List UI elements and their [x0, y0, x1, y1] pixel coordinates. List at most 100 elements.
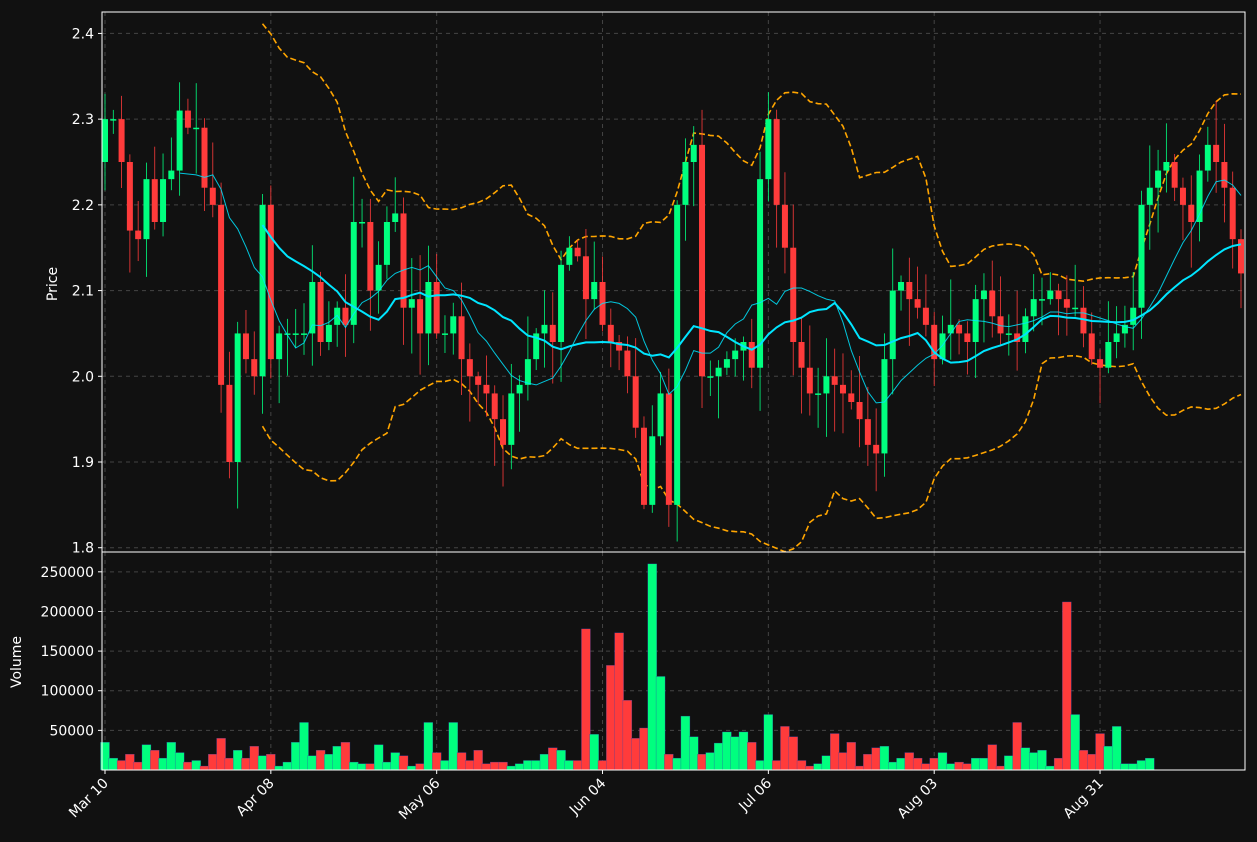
- volume-bar: [912, 757, 923, 771]
- candle-body: [1213, 144, 1220, 162]
- candle-body: [234, 333, 241, 462]
- volume-bar: [896, 757, 906, 771]
- candle-body: [815, 393, 822, 395]
- volume-bar: [274, 765, 284, 771]
- candle-body: [699, 144, 706, 377]
- volume-bar: [423, 722, 434, 771]
- candle-body: [1221, 162, 1228, 188]
- candle-body: [939, 333, 946, 360]
- volume-bar: [382, 761, 392, 771]
- volume-bar: [888, 761, 898, 771]
- volume-bar: [788, 736, 798, 771]
- volume-bar: [241, 757, 251, 771]
- candle-body: [500, 419, 507, 445]
- volume-bar: [556, 750, 566, 771]
- candle-body: [1171, 162, 1178, 188]
- volume-bar: [390, 752, 400, 771]
- candle-body: [450, 316, 457, 334]
- candle-body: [1055, 290, 1062, 300]
- volume-bar: [373, 744, 384, 771]
- candle-body: [483, 384, 490, 394]
- candle-body: [674, 204, 681, 505]
- candle-body: [425, 282, 432, 334]
- candle-body: [151, 179, 158, 222]
- volume-bar: [349, 761, 359, 771]
- candle-body: [342, 307, 349, 325]
- volume-bar: [415, 763, 425, 771]
- candle-body: [317, 282, 324, 342]
- candle-body: [1072, 307, 1079, 310]
- candle-body: [466, 359, 473, 377]
- candle-body: [267, 204, 274, 360]
- volume-tick-label: 250000: [41, 565, 94, 581]
- volume-bar: [498, 761, 508, 771]
- volume-bar: [125, 753, 135, 771]
- candle-body: [184, 110, 191, 128]
- volume-bar: [307, 755, 317, 771]
- volume-bar: [805, 765, 815, 771]
- volume-bar: [432, 752, 442, 771]
- volume-bar: [133, 761, 143, 771]
- candle-body: [176, 110, 183, 171]
- volume-bar: [846, 742, 856, 771]
- candle-body: [383, 222, 390, 265]
- volume-bar: [191, 760, 201, 771]
- volume-bar: [1004, 755, 1014, 771]
- volume-bar: [539, 753, 550, 771]
- volume-bar: [183, 761, 193, 771]
- volume-tick-label: 150000: [41, 644, 94, 660]
- candle-body: [715, 367, 722, 377]
- candle-body: [441, 333, 448, 335]
- volume-bar: [647, 563, 657, 771]
- candle-body: [898, 282, 905, 291]
- volume-bar: [407, 765, 417, 771]
- volume-bar: [224, 757, 235, 771]
- volume-bar: [863, 753, 873, 771]
- volume-tick-label: 100000: [41, 684, 94, 700]
- volume-bar: [1145, 757, 1155, 771]
- volume-bar: [713, 742, 724, 771]
- candle-body: [392, 213, 399, 222]
- volume-bar: [1062, 601, 1072, 771]
- candle-body: [566, 247, 573, 265]
- candle-body: [135, 230, 142, 240]
- candle-body: [1155, 170, 1162, 188]
- volume-bar: [689, 736, 699, 771]
- volume-bar: [174, 752, 185, 771]
- candle-body: [649, 436, 656, 505]
- candle-body: [276, 333, 283, 360]
- volume-bar: [738, 731, 749, 771]
- volume-bar: [821, 755, 832, 771]
- candle-body: [209, 187, 216, 205]
- candle-body: [574, 247, 581, 257]
- volume-bar: [937, 752, 948, 771]
- candle-body: [143, 179, 150, 240]
- volume-bar: [257, 755, 268, 771]
- volume-bar: [523, 760, 533, 771]
- volume-bar: [904, 752, 914, 771]
- price-tick-label: 1.8: [72, 541, 94, 557]
- candle-body: [334, 307, 341, 325]
- candle-body: [408, 299, 415, 308]
- volume-bar: [357, 763, 367, 771]
- candle-body: [839, 384, 846, 394]
- candle-body: [1188, 204, 1195, 222]
- volume-bar: [548, 747, 558, 771]
- volume-bar: [614, 632, 624, 771]
- volume-bar: [995, 765, 1006, 771]
- volume-bar: [490, 761, 500, 771]
- candle-body: [831, 376, 838, 385]
- price-tick-label: 2.2: [72, 198, 94, 214]
- volume-tick-label: 50000: [49, 723, 94, 739]
- candle-body: [632, 376, 639, 428]
- candle-body: [1030, 299, 1037, 317]
- candle-body: [657, 393, 664, 437]
- volume-bar: [1103, 746, 1113, 771]
- price-tick-label: 2.1: [72, 284, 94, 300]
- candle-body: [1047, 290, 1054, 300]
- candle-body: [168, 170, 175, 180]
- candle-body: [475, 376, 482, 385]
- candle-body: [624, 350, 631, 377]
- volume-bar: [1095, 733, 1105, 771]
- candle-body: [790, 247, 797, 342]
